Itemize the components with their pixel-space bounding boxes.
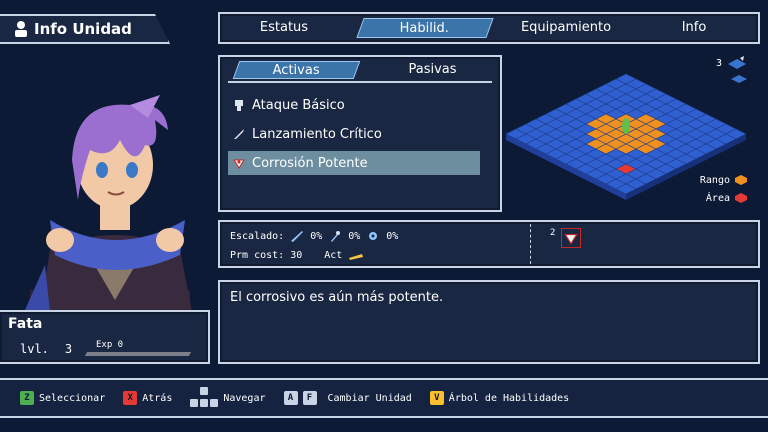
exp-bar: [84, 352, 192, 356]
main-tabs: Estatus Habilid. Equipamiento Info: [218, 12, 760, 44]
fist-icon: [232, 98, 246, 112]
height-tile-icon: [730, 74, 748, 84]
tab-info[interactable]: Info: [630, 18, 758, 38]
control-back[interactable]: X Atrás: [123, 391, 172, 405]
a-key-icon: A: [283, 391, 298, 405]
person-icon: [15, 21, 27, 37]
tab-estatus[interactable]: Estatus: [220, 18, 348, 38]
range-tile-icon: [735, 175, 747, 185]
tab-habilidades[interactable]: Habilid.: [356, 18, 494, 38]
stats-divider: [530, 224, 531, 264]
control-select[interactable]: Z Seleccionar: [20, 391, 105, 405]
page-title-text: Info Unidad: [34, 20, 132, 38]
character-portrait: [25, 95, 192, 312]
cost-row: Prm cost: 30 Act: [230, 250, 364, 261]
tab-pasivas[interactable]: Pasivas: [373, 61, 492, 79]
dagger-icon: [232, 127, 246, 141]
control-navigate[interactable]: Navegar: [190, 387, 266, 409]
x-key-icon: X: [123, 391, 138, 405]
height-indicator: 3: [716, 56, 748, 70]
skill-item-ataque-basico[interactable]: Ataque Básico: [228, 93, 480, 117]
tab-equipamiento[interactable]: Equipamiento: [502, 18, 630, 38]
skill-item-corrosion-potente[interactable]: Corrosión Potente: [228, 151, 480, 175]
character-name: Fata: [8, 316, 43, 332]
character-info: Fata lvl. 3 Exp 0: [0, 310, 210, 364]
skill-item-lanzamiento-critico[interactable]: Lanzamiento Crítico: [228, 122, 480, 146]
scaling-row: Escalado: 0% 0% 0%: [230, 230, 399, 242]
unit-marker: [622, 118, 630, 134]
area-tile-icon: [735, 193, 747, 203]
uses-indicator: 2: [550, 228, 582, 248]
control-skill-tree[interactable]: V Árbol de Habilidades: [429, 391, 569, 405]
action-icon: [349, 253, 364, 260]
f-key-icon: F: [302, 391, 317, 405]
sword-icon: [291, 231, 304, 242]
gear-icon: [369, 232, 378, 240]
exp-indicator: Exp 0: [84, 340, 192, 356]
legend-range: Rango: [700, 174, 748, 186]
skill-description: El corrosivo es aún más potente.: [218, 280, 760, 364]
skills-panel: Activas Pasivas Ataque Básico Lanzamient…: [218, 55, 502, 212]
skill-range-map: 3 Rango Área: [505, 52, 760, 212]
controls-bar: Z Seleccionar X Atrás Navegar A F Cambia…: [0, 378, 768, 418]
corrosion-icon: [561, 228, 582, 248]
dpad-icon: [190, 387, 219, 407]
wand-icon: [331, 231, 341, 242]
page-title: Info Unidad: [0, 14, 170, 44]
range-grid: [505, 73, 747, 200]
control-switch-unit[interactable]: A F Cambiar Unidad: [283, 391, 412, 405]
character-level: lvl. 3: [20, 342, 73, 356]
height-arrows-icon: [728, 56, 746, 69]
tab-activas[interactable]: Activas: [232, 61, 361, 79]
skill-stats-panel: Escalado: 0% 0% 0% Prm cost: 30 Act 2: [218, 220, 760, 268]
v-key-icon: V: [429, 391, 444, 405]
corrosion-icon: [232, 156, 246, 170]
z-key-icon: Z: [20, 391, 34, 405]
skill-list: Ataque Básico Lanzamiento Crítico Corros…: [228, 93, 480, 180]
legend-area: Área: [706, 192, 748, 204]
screen: Info Unidad Estatus Habilid. Equipamient…: [0, 0, 768, 432]
skill-subtabs: Activas Pasivas: [228, 61, 492, 83]
